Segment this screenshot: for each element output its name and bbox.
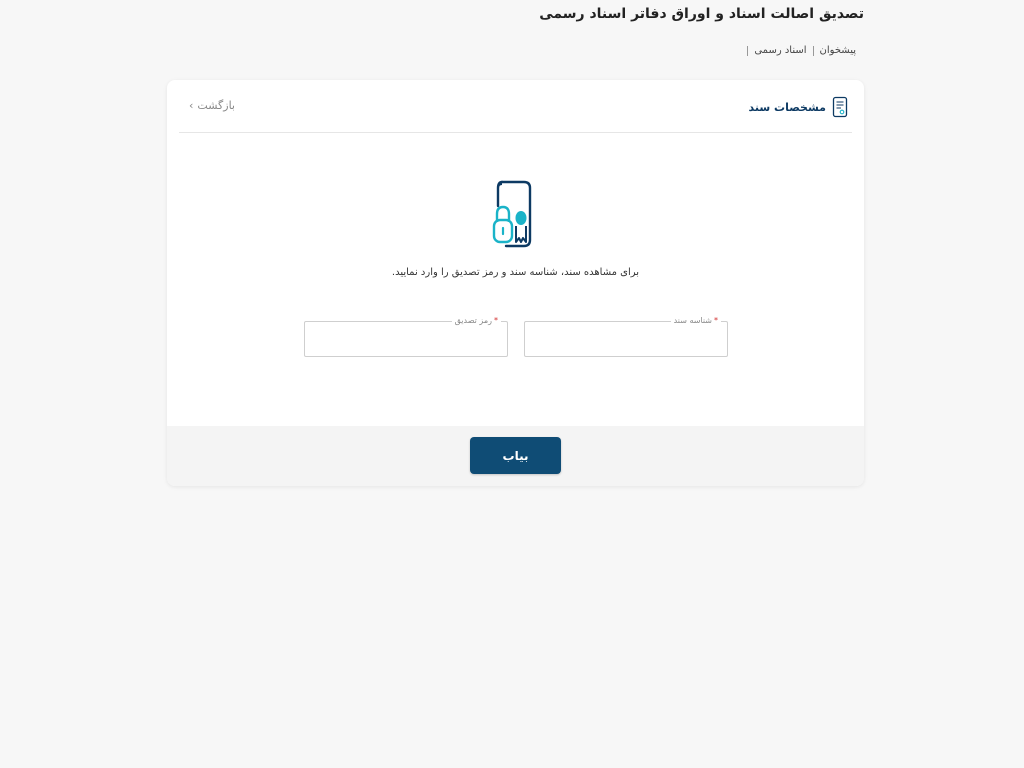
card-footer: بیاب <box>167 426 864 486</box>
card-header-title: مشخصات سند <box>749 96 848 118</box>
breadcrumb-separator <box>812 45 814 56</box>
verify-code-label: *رمز تصدیق <box>451 315 501 327</box>
verify-code-label-text: رمز تصدیق <box>454 316 492 325</box>
breadcrumb-item-dashboard[interactable]: پیشخوان <box>820 45 856 56</box>
verify-code-input[interactable] <box>305 322 507 356</box>
document-icon <box>832 96 848 118</box>
document-id-label: *شناسه سند <box>670 315 721 327</box>
required-mark: * <box>714 316 718 325</box>
verify-code-field: *رمز تصدیق <box>304 315 508 357</box>
instruction-text: برای مشاهده سند، شناسه سند و رمز تصدیق ر… <box>391 267 640 278</box>
back-label: بازگشت <box>197 99 235 112</box>
page: تصدیق اصالت اسناد و اوراق دفاتر اسناد رس… <box>0 0 1024 768</box>
document-id-input[interactable] <box>525 322 727 356</box>
page-title: تصدیق اصالت اسناد و اوراق دفاتر اسناد رس… <box>539 6 864 22</box>
find-button[interactable]: بیاب <box>470 437 561 474</box>
breadcrumb-separator <box>747 45 749 56</box>
breadcrumb: پیشخوان اسناد رسمی <box>741 45 856 56</box>
back-button[interactable]: بازگشت › <box>189 99 235 112</box>
card-header: مشخصات سند بازگشت › <box>179 80 852 133</box>
document-id-label-text: شناسه سند <box>673 316 712 325</box>
chevron-right-icon: › <box>189 99 194 112</box>
document-id-field: *شناسه سند <box>524 315 728 357</box>
document-lock-seal-icon <box>492 178 536 248</box>
breadcrumb-item-official-documents[interactable]: اسناد رسمی <box>754 45 806 56</box>
card-header-label: مشخصات سند <box>748 100 826 114</box>
document-card: مشخصات سند بازگشت › برای مشاهده سند، شنا… <box>167 80 864 486</box>
required-mark: * <box>494 316 498 325</box>
